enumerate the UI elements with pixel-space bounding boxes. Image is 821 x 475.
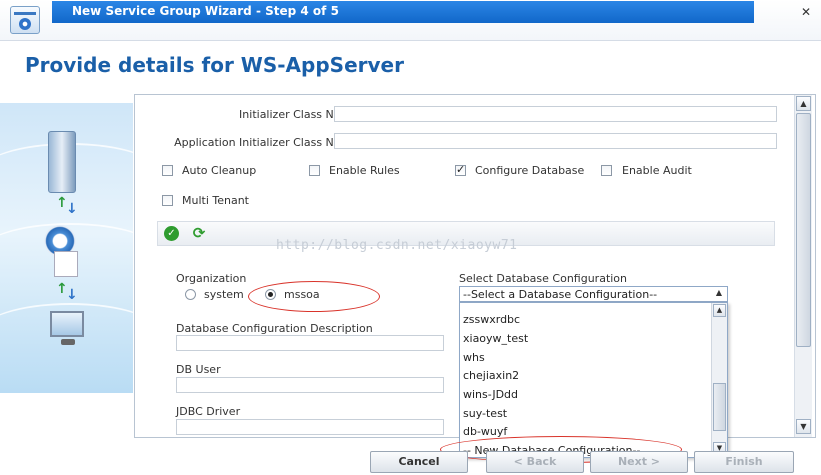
annotation-ellipse — [248, 281, 380, 312]
close-icon[interactable]: ✕ — [797, 5, 815, 21]
db-config-selected-value: --Select a Database Configuration-- — [463, 288, 658, 301]
list-item[interactable]: wins-JDdd — [463, 388, 518, 401]
scroll-down-icon[interactable]: ▼ — [796, 419, 811, 434]
initializer-class-input[interactable] — [334, 106, 777, 122]
scroll-up-icon[interactable]: ▲ — [796, 96, 811, 111]
db-config-dropdown-list[interactable]: zsswxrdbc xiaoyw_test whs chejiaxin2 win… — [459, 302, 728, 458]
list-item[interactable]: chejiaxin2 — [463, 369, 519, 382]
multi-tenant-label: Multi Tenant — [182, 194, 249, 207]
title-bar: New Service Group Wizard - Step 4 of 5 ✕ — [0, 0, 821, 41]
list-item[interactable]: xiaoyw_test — [463, 332, 528, 345]
wizard-illustration: ↑ ↓ ↑ ↓ — [0, 103, 133, 393]
page-title: Provide details for WS-AppServer — [25, 53, 404, 77]
list-item[interactable]: db-wuyf — [463, 425, 507, 438]
monitor-icon — [50, 311, 84, 337]
db-config-select[interactable]: --Select a Database Configuration-- ▲ — [459, 286, 728, 302]
initializer-class-label: Initializer Class Name — [239, 108, 358, 121]
app-initializer-class-label: Application Initializer Class Name — [174, 136, 358, 149]
auto-cleanup-label: Auto Cleanup — [182, 164, 257, 177]
refresh-icon[interactable]: ⟳ — [191, 225, 207, 241]
db-user-input[interactable] — [176, 377, 444, 393]
chevron-up-icon[interactable]: ▲ — [713, 304, 726, 317]
server-icon — [48, 131, 76, 193]
list-item[interactable]: whs — [463, 351, 485, 364]
arrow-down-icon: ↓ — [66, 287, 78, 303]
enable-audit-checkbox[interactable] — [601, 165, 612, 176]
app-initializer-class-input[interactable] — [334, 133, 777, 149]
list-item[interactable]: zsswxrdbc — [463, 313, 520, 326]
watermark: http://blog.csdn.net/xiaoyw71 — [276, 238, 518, 253]
list-item[interactable]: suy-test — [463, 407, 507, 420]
multi-tenant-checkbox[interactable] — [162, 195, 173, 206]
next-button[interactable]: Next > — [590, 451, 688, 473]
jdbc-driver-input[interactable] — [176, 419, 444, 435]
enable-rules-label: Enable Rules — [329, 164, 400, 177]
organization-label: Organization — [176, 272, 247, 285]
back-button[interactable]: < Back — [486, 451, 584, 473]
app-icon — [10, 6, 40, 34]
dropdown-scroll-thumb[interactable] — [713, 383, 726, 431]
organization-system-label: system — [204, 288, 244, 301]
chevron-up-icon[interactable]: ▲ — [712, 288, 726, 300]
check-icon[interactable]: ✓ — [164, 226, 179, 241]
db-user-label: DB User — [176, 363, 221, 376]
db-config-description-label: Database Configuration Description — [176, 322, 373, 335]
panel-scrollbar[interactable]: ▲ ▼ — [794, 95, 812, 437]
scroll-thumb[interactable] — [796, 113, 811, 347]
window-title: New Service Group Wizard - Step 4 of 5 — [72, 4, 339, 18]
arrow-down-icon: ↓ — [66, 201, 78, 217]
finish-button[interactable]: Finish — [694, 451, 794, 473]
jdbc-driver-label: JDBC Driver — [176, 405, 241, 418]
select-db-config-label: Select Database Configuration — [459, 272, 628, 285]
configure-database-label: Configure Database — [475, 164, 585, 177]
enable-audit-label: Enable Audit — [622, 164, 692, 177]
dropdown-scrollbar[interactable]: ▲ ▼ — [711, 303, 727, 457]
enable-rules-checkbox[interactable] — [309, 165, 320, 176]
monitor-stand — [61, 339, 75, 345]
organization-system-radio[interactable] — [185, 289, 196, 300]
cancel-button[interactable]: Cancel — [370, 451, 468, 473]
configure-database-checkbox[interactable] — [455, 163, 466, 176]
db-config-description-input[interactable] — [176, 335, 444, 351]
auto-cleanup-checkbox[interactable] — [162, 165, 173, 176]
document-icon — [54, 251, 78, 277]
